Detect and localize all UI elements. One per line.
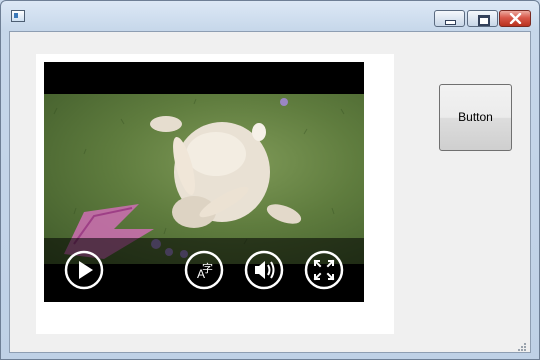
volume-button[interactable]: [244, 250, 284, 290]
close-icon: [500, 11, 530, 26]
play-button[interactable]: [64, 250, 104, 290]
maximize-icon: [468, 11, 497, 26]
close-button[interactable]: [499, 10, 531, 27]
media-panel: A 字: [36, 54, 394, 334]
side-button[interactable]: Button: [439, 84, 512, 151]
minimize-icon: [435, 11, 464, 26]
minimize-button[interactable]: [434, 10, 465, 27]
video-player[interactable]: A 字: [44, 62, 364, 302]
fullscreen-icon: [304, 250, 344, 290]
app-icon[interactable]: [11, 10, 25, 22]
media-controls-bar: A 字: [44, 238, 364, 302]
resize-grip-icon[interactable]: [517, 339, 527, 351]
app-window: A 字 Button: [0, 0, 540, 360]
subtitles-icon: A 字: [184, 250, 224, 290]
client-area: A 字 Button: [9, 31, 531, 353]
subtitles-glyph-cjk: 字: [202, 261, 213, 275]
play-icon: [64, 250, 104, 290]
subtitles-button[interactable]: A 字: [184, 250, 224, 290]
title-bar[interactable]: [1, 1, 539, 31]
fullscreen-button[interactable]: [304, 250, 344, 290]
maximize-button[interactable]: [467, 10, 498, 27]
volume-icon: [244, 250, 284, 290]
